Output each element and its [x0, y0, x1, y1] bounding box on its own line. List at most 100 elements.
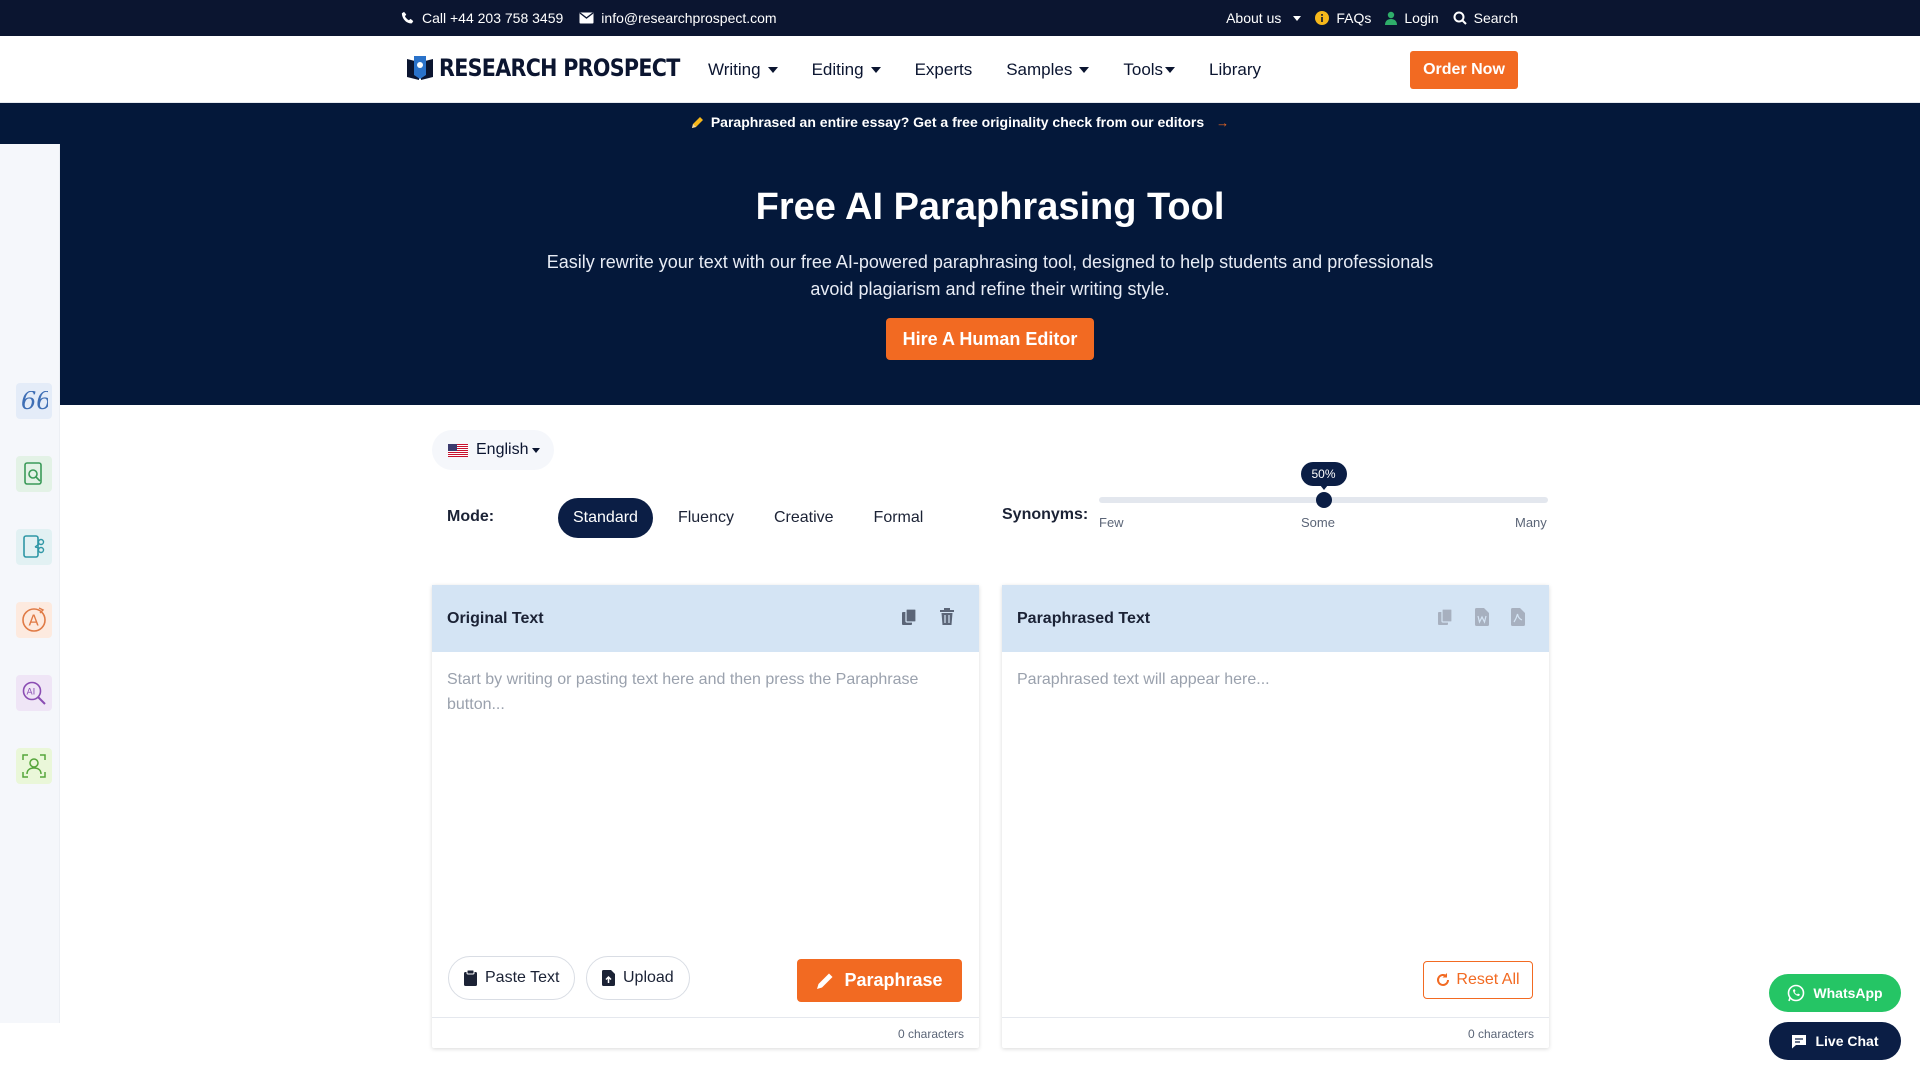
nav-tools[interactable]: Tools [1123, 59, 1176, 80]
paraphrase-button[interactable]: Paraphrase [797, 959, 962, 1002]
live-chat-button[interactable]: Live Chat [1769, 1022, 1901, 1060]
whatsapp-label: WhatsApp [1813, 985, 1883, 1001]
top-bar: Call +44 203 758 3459 info@researchprosp… [0, 0, 1920, 36]
about-us-menu[interactable]: About us [1226, 10, 1302, 26]
chevron-down-icon [1165, 66, 1176, 73]
page-subtitle: Easily rewrite your text with our free A… [546, 252, 1434, 299]
synonyms-tick-many: Many [1515, 515, 1547, 530]
mode-selector: Standard Fluency Creative Formal [558, 498, 938, 538]
nav-library[interactable]: Library [1209, 60, 1261, 80]
chevron-down-icon [767, 66, 778, 73]
whatsapp-button[interactable]: WhatsApp [1769, 974, 1901, 1012]
search-label: Search [1473, 10, 1518, 26]
magnifier-doc-icon[interactable] [16, 456, 52, 492]
doc-scissors-icon[interactable] [16, 529, 52, 565]
person-icon[interactable] [16, 748, 52, 784]
language-select[interactable]: English [432, 430, 554, 470]
mail-icon [579, 12, 594, 24]
page-title: Free AI Paraphrasing Tool [755, 186, 1225, 228]
nav-samples-label: Samples [1006, 59, 1073, 79]
reset-all-button[interactable]: Reset All [1423, 961, 1533, 999]
phone-link[interactable]: Call +44 203 758 3459 [401, 10, 563, 26]
email-link[interactable]: info@researchprospect.com [579, 10, 777, 26]
clipboard-icon [464, 970, 477, 986]
chat-icon [1792, 1034, 1807, 1048]
info-icon [1315, 11, 1330, 25]
original-text-panel: Original Text Start by writing or pastin… [432, 585, 979, 1048]
reset-all-label: Reset All [1456, 971, 1520, 988]
hero-section: Paraphrased an entire essay? Get a free … [0, 103, 1920, 405]
pdf-download-icon[interactable] [1511, 608, 1525, 626]
synonyms-slider-handle[interactable] [1315, 492, 1332, 508]
login-label: Login [1404, 10, 1439, 26]
chevron-down-icon [1293, 15, 1302, 21]
pencil-icon [691, 117, 703, 128]
mode-creative[interactable]: Creative [759, 498, 849, 538]
about-us-label: About us [1226, 10, 1282, 26]
logo[interactable]: RESEARCH PROSPECT [405, 51, 719, 85]
mode-formal[interactable]: Formal [859, 498, 939, 538]
copy-icon[interactable] [901, 608, 917, 626]
synonyms-tick-few: Few [1099, 515, 1124, 530]
svg-text:AI: AI [27, 688, 36, 698]
order-now-button[interactable]: Order Now [1410, 51, 1518, 89]
mode-fluency[interactable]: Fluency [663, 498, 749, 538]
nav-tools-label: Tools [1123, 59, 1164, 79]
paste-text-label: Paste Text [485, 969, 560, 986]
nav-samples[interactable]: Samples [1006, 59, 1090, 80]
mode-standard[interactable]: Standard [558, 498, 653, 538]
nav-library-label: Library [1209, 59, 1262, 79]
file-upload-icon [602, 970, 615, 986]
nav-experts[interactable]: Experts [915, 60, 973, 80]
original-panel-header: Original Text [432, 585, 979, 652]
promo-banner[interactable]: Paraphrased an entire essay? Get a free … [0, 103, 1920, 141]
nav-experts-label: Experts [914, 59, 973, 79]
language-label: English [476, 441, 529, 458]
quote-icon[interactable]: 66 [16, 383, 52, 419]
original-text-input[interactable]: Start by writing or pasting text here an… [447, 667, 957, 717]
faqs-label: FAQs [1336, 10, 1372, 26]
paraphrased-panel-title: Paraphrased Text [1017, 609, 1151, 627]
paste-text-button[interactable]: Paste Text [448, 956, 576, 1000]
book-logo-icon [407, 56, 433, 80]
chevron-down-icon [532, 447, 541, 453]
paraphrased-text-panel: Paraphrased Text Paraphrased text will a… [1002, 585, 1549, 1048]
synonyms-slider[interactable]: 50% [1099, 462, 1548, 508]
nav-writing[interactable]: Writing [708, 60, 778, 80]
promo-text: Paraphrased an entire essay? Get a free … [710, 114, 1205, 130]
main-nav: Writing Editing Experts Samples Tools Li… [708, 36, 1261, 103]
nav-editing[interactable]: Editing [812, 60, 881, 80]
synonyms-tick-some: Some [1301, 515, 1335, 530]
paraphrased-panel-footer: 0 characters [1002, 1017, 1549, 1048]
main-header: RESEARCH PROSPECT Writing Editing Expert… [0, 36, 1920, 103]
arrow-right-icon: → [1216, 114, 1230, 130]
original-panel-footer: 0 characters [432, 1017, 979, 1048]
trash-icon[interactable] [939, 608, 955, 626]
hire-editor-button[interactable]: Hire A Human Editor [886, 318, 1094, 360]
faqs-link[interactable]: FAQs [1315, 10, 1371, 26]
upload-label: Upload [623, 969, 674, 986]
user-icon [1385, 11, 1398, 25]
phone-text: Call +44 203 758 3459 [422, 10, 564, 26]
mode-label: Mode: [447, 508, 495, 525]
svg-text:66: 66 [21, 391, 48, 411]
email-text: info@researchprospect.com [601, 10, 777, 26]
paraphrased-output: Paraphrased text will appear here... [1017, 671, 1270, 688]
refresh-icon [1437, 973, 1450, 986]
login-link[interactable]: Login [1385, 10, 1439, 26]
nav-writing-label: Writing [708, 59, 761, 79]
synonyms-value-tooltip: 50% [1300, 462, 1347, 490]
logo-text: RESEARCH PROSPECT [439, 54, 680, 82]
copy-icon[interactable] [1437, 608, 1453, 626]
ai-search-icon[interactable]: AI [16, 675, 52, 711]
letter-a-icon[interactable]: A [16, 602, 52, 638]
word-download-icon[interactable] [1475, 608, 1489, 626]
search-icon [1453, 11, 1467, 25]
svg-text:A: A [29, 612, 40, 630]
live-chat-label: Live Chat [1815, 1033, 1879, 1049]
paraphrase-label: Paraphrase [844, 970, 943, 990]
paraphrased-panel-header: Paraphrased Text [1002, 585, 1549, 652]
paraphrased-char-count: 0 characters [1467, 1027, 1534, 1041]
upload-button[interactable]: Upload [586, 956, 690, 1000]
search-link[interactable]: Search [1453, 10, 1518, 26]
